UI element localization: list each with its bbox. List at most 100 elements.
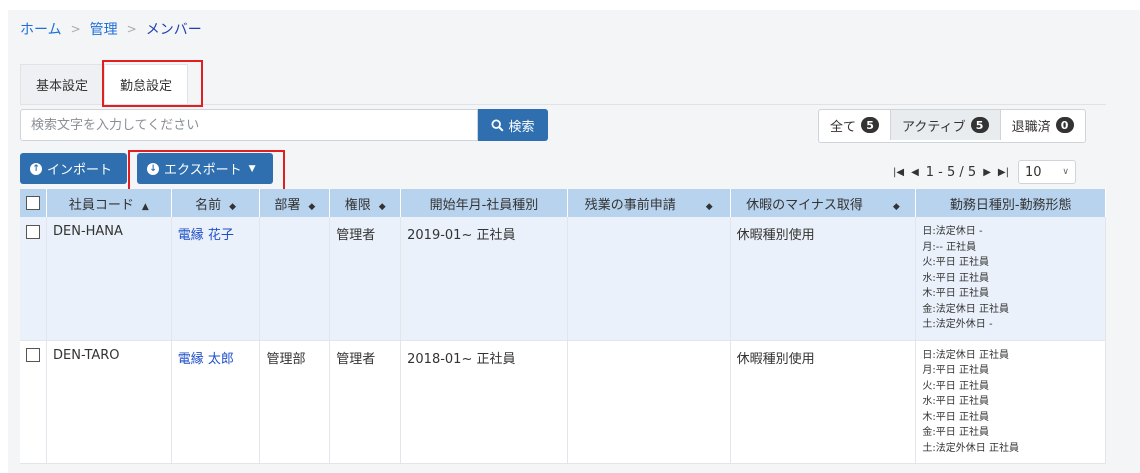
- schedule-line: 土:法定外休日 正社員: [922, 442, 1019, 454]
- breadcrumb-home[interactable]: ホーム: [20, 19, 62, 39]
- filter-all-label: 全て: [830, 119, 857, 135]
- header-label: 勤務日種別-勤務形態: [949, 197, 1072, 213]
- tab-bar: 基本設定 勤怠設定: [20, 64, 1106, 105]
- sort-icon: ◆: [705, 201, 713, 212]
- header-start: 開始年月-社員種別: [400, 189, 568, 217]
- page-size-select[interactable]: 10 ∨: [1017, 160, 1076, 184]
- tab-basic-settings[interactable]: 基本設定: [20, 64, 105, 104]
- schedule-line: 水:平日 正社員: [922, 272, 989, 284]
- pagination: |◀ ◀ 1 - 5 / 5 ▶ ▶| 10 ∨: [893, 160, 1076, 184]
- overtime-cell: [567, 340, 731, 464]
- breadcrumb-admin[interactable]: 管理: [90, 19, 118, 39]
- role-cell: 管理者: [329, 217, 402, 341]
- row-select-cell: [20, 217, 47, 341]
- prev-page-icon[interactable]: ◀: [911, 167, 919, 178]
- filter-retired-label: 退職済: [1011, 119, 1051, 135]
- table-header-row: 社員コード ▲ 名前 ◆ 部署 ◆ 権限 ◆ 開始年月-社員種別 残業の事前申請 ◆ 休暇…: [20, 189, 1106, 217]
- search-button[interactable]: 検索: [478, 109, 548, 141]
- download-icon: ↓: [147, 162, 159, 175]
- member-name-link[interactable]: 電縁 太郎: [178, 352, 234, 367]
- leave-cell: 休暇種別使用: [730, 340, 917, 464]
- select-all-cell: [20, 189, 47, 217]
- schedule-line: 日:法定休日 正社員: [922, 349, 1009, 361]
- header-schedule: 勤務日種別-勤務形態: [915, 189, 1106, 217]
- last-page-icon[interactable]: ▶|: [998, 167, 1009, 178]
- caret-down-icon: ▼: [248, 163, 256, 174]
- header-employee-code[interactable]: 社員コード ▲: [46, 189, 172, 217]
- import-button[interactable]: ↑ インポート: [20, 153, 127, 184]
- header-label: 部署: [274, 197, 301, 213]
- header-label: 権限: [344, 197, 371, 213]
- filter-retired[interactable]: 退職済 0: [1001, 110, 1085, 140]
- name-cell: 電縁 花子: [171, 217, 261, 341]
- status-filter: 全て 5 アクティブ 5 退職済 0: [818, 109, 1086, 143]
- search-button-label: 検索: [508, 119, 535, 135]
- breadcrumb-separator: >: [126, 22, 137, 36]
- header-label: 開始年月-社員種別: [429, 197, 539, 213]
- role-cell: 管理者: [329, 340, 402, 464]
- search-icon: [491, 118, 504, 132]
- members-table: 社員コード ▲ 名前 ◆ 部署 ◆ 権限 ◆ 開始年月-社員種別 残業の事前申請 ◆ 休暇…: [20, 189, 1106, 464]
- first-page-icon[interactable]: |◀: [893, 167, 904, 178]
- filter-active-label: アクティブ: [902, 119, 966, 135]
- name-cell: 電縁 太郎: [171, 340, 261, 464]
- row-select-cell: [20, 340, 47, 464]
- tab-attendance-settings[interactable]: 勤怠設定: [104, 64, 189, 104]
- page-size-value: 10: [1024, 164, 1042, 180]
- breadcrumb-current: メンバー: [145, 22, 202, 38]
- schedule-cell: 日:法定休日 - 月:-- 正社員 火:平日 正社員 水:平日 正社員 木:平日…: [915, 217, 1106, 341]
- table-row[interactable]: DEN-HANA 電縁 花子 管理者 2019-01~ 正社員 休暇種別使用 日…: [20, 217, 1106, 341]
- schedule-line: 月:平日 正社員: [922, 365, 989, 376]
- header-overtime[interactable]: 残業の事前申請 ◆: [567, 189, 731, 217]
- filter-all[interactable]: 全て 5: [819, 110, 892, 140]
- filter-active[interactable]: アクティブ 5: [891, 110, 1001, 140]
- row-checkbox[interactable]: [26, 224, 40, 239]
- header-label: 休暇のマイナス取得: [746, 197, 863, 213]
- select-all-checkbox[interactable]: [26, 196, 40, 210]
- schedule-line: 金:平日 正社員: [922, 427, 989, 438]
- employee-code: DEN-TARO: [46, 340, 172, 464]
- sort-icon: ◆: [378, 201, 386, 212]
- chevron-down-icon: ∨: [1062, 167, 1069, 177]
- schedule-line: 火:平日 正社員: [922, 380, 989, 392]
- sort-icon: ◆: [229, 201, 237, 212]
- sort-icon: ◆: [892, 201, 900, 212]
- schedule-line: 月:-- 正社員: [922, 241, 977, 253]
- header-role[interactable]: 権限 ◆: [329, 189, 402, 217]
- schedule-cell: 日:法定休日 正社員 月:平日 正社員 火:平日 正社員 水:平日 正社員 木:…: [915, 340, 1106, 464]
- export-button-label: エクスポート: [164, 163, 242, 178]
- department-cell: 管理部: [259, 340, 331, 464]
- filter-all-count: 5: [861, 117, 880, 133]
- import-button-label: インポート: [47, 163, 113, 178]
- upload-icon: ↑: [30, 162, 42, 175]
- schedule-line: 日:法定休日 -: [922, 226, 983, 237]
- header-name[interactable]: 名前 ◆: [171, 189, 261, 217]
- search-input[interactable]: [20, 109, 478, 141]
- export-button[interactable]: ↓ エクスポート ▼: [137, 153, 273, 184]
- row-checkbox[interactable]: [26, 348, 40, 362]
- schedule-line: 木:平日 正社員: [922, 288, 989, 299]
- sort-asc-icon: ▲: [141, 201, 149, 212]
- filter-active-count: 5: [970, 117, 989, 133]
- breadcrumb-separator: >: [70, 22, 81, 36]
- member-name-link[interactable]: 電縁 花子: [178, 228, 234, 243]
- header-department[interactable]: 部署 ◆: [259, 189, 331, 217]
- schedule-line: 火:平日 正社員: [922, 257, 989, 268]
- schedule-line: 土:法定外休日 -: [922, 319, 993, 330]
- page-range: 1 - 5 / 5: [925, 164, 977, 180]
- header-leave[interactable]: 休暇のマイナス取得 ◆: [730, 189, 917, 217]
- header-label: 残業の事前申請: [584, 197, 676, 213]
- table-row[interactable]: DEN-TARO 電縁 太郎 管理部 管理者 2018-01~ 正社員 休暇種別…: [20, 340, 1106, 464]
- header-label: 社員コード: [68, 197, 134, 213]
- breadcrumb: ホーム > 管理 > メンバー: [8, 10, 1140, 48]
- next-page-icon[interactable]: ▶: [983, 167, 991, 178]
- start-cell: 2019-01~ 正社員: [400, 217, 568, 341]
- department-cell: [259, 217, 331, 341]
- schedule-line: 木:平日 正社員: [922, 411, 989, 423]
- filter-retired-count: 0: [1055, 117, 1074, 133]
- schedule-line: 水:平日 正社員: [922, 396, 989, 407]
- schedule-line: 金:法定休日 正社員: [922, 303, 1009, 315]
- sort-icon: ◆: [308, 201, 316, 212]
- header-label: 名前: [195, 197, 222, 213]
- employee-code: DEN-HANA: [46, 217, 172, 341]
